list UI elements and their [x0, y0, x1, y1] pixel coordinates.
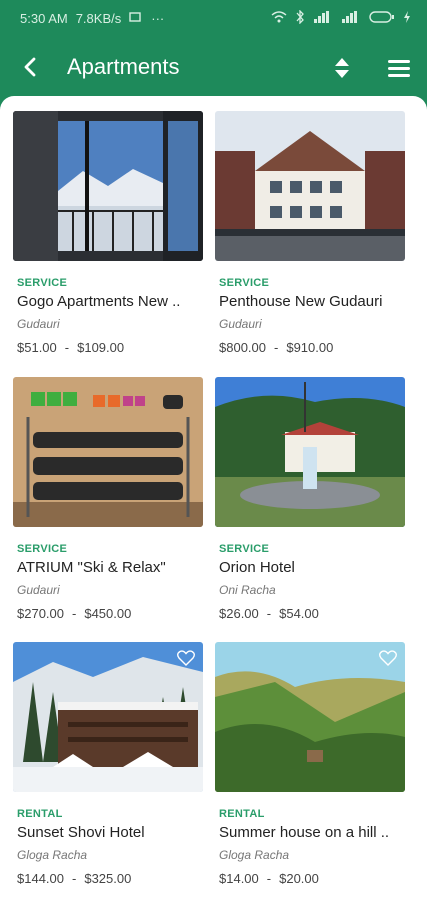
price-min: $14.00	[219, 871, 259, 886]
listing-card[interactable]: SERVICE ATRIUM "Ski & Relax" Gudauri $27…	[13, 377, 203, 627]
listing-location: Gudauri	[17, 317, 60, 331]
listing-price: $14.00- $20.00	[219, 871, 319, 886]
listing-card[interactable]: RENTAL Sunset Shovi Hotel Gloga Racha $1…	[13, 642, 203, 892]
heart-icon[interactable]	[379, 650, 397, 666]
listing-category: RENTAL	[17, 808, 63, 820]
message-icon	[129, 11, 143, 23]
listing-price: $270.00- $450.00	[17, 606, 131, 621]
menu-button[interactable]	[386, 56, 412, 80]
listing-category: SERVICE	[17, 277, 68, 289]
listing-category: SERVICE	[219, 543, 270, 555]
listing-location: Gudauri	[219, 317, 262, 331]
price-min: $26.00	[219, 606, 259, 621]
listing-name: Summer house on a hill ..	[219, 824, 390, 841]
price-min: $800.00	[219, 340, 266, 355]
signal-icon	[313, 10, 333, 27]
price-max: $20.00	[279, 871, 319, 886]
sort-icon	[335, 58, 349, 78]
page-title: Apartments	[67, 54, 180, 79]
sort-button[interactable]	[330, 56, 354, 80]
listing-category: RENTAL	[219, 808, 265, 820]
listing-price: $800.00- $910.00	[219, 340, 333, 355]
price-max: $450.00	[84, 606, 132, 621]
status-bar: 5:30 AM 7.8KB/s ···	[0, 0, 427, 40]
price-separator: -	[72, 871, 77, 886]
chevron-left-icon	[24, 57, 36, 77]
wifi-icon	[271, 10, 287, 27]
listing-photo	[215, 111, 405, 261]
listing-grid: SERVICE Gogo Apartments New .. Gudauri $…	[0, 96, 427, 900]
price-min: $144.00	[17, 871, 64, 886]
status-time: 5:30 AM	[20, 11, 68, 26]
listing-location: Gloga Racha	[219, 848, 290, 862]
price-separator: -	[72, 606, 77, 621]
bluetooth-icon	[295, 9, 305, 27]
price-separator: -	[266, 606, 272, 621]
status-network-speed: 7.8KB/s	[75, 11, 122, 26]
listing-card[interactable]: SERVICE Orion Hotel Oni Racha $26.00- $54…	[215, 377, 405, 627]
listing-name: Orion Hotel	[219, 559, 295, 576]
listing-card[interactable]: RENTAL Summer house on a hill .. Gloga R…	[215, 642, 405, 892]
listing-location: Gudauri	[17, 583, 60, 597]
listing-price: $144.00- $325.00	[17, 871, 131, 886]
price-max: $910.00	[286, 340, 334, 355]
listing-card[interactable]: SERVICE Penthouse New Gudauri Gudauri $8…	[215, 111, 405, 361]
listing-location: Gloga Racha	[17, 848, 88, 862]
price-min: $270.00	[17, 606, 64, 621]
price-max: $109.00	[77, 340, 125, 355]
price-separator: -	[266, 871, 272, 886]
hamburger-menu-icon	[388, 60, 410, 77]
listing-price: $26.00- $54.00	[219, 606, 319, 621]
listing-card[interactable]: SERVICE Gogo Apartments New .. Gudauri $…	[13, 111, 203, 361]
status-more: ···	[151, 11, 165, 26]
listing-photo	[215, 377, 405, 527]
price-max: $325.00	[84, 871, 132, 886]
listing-name: ATRIUM "Ski & Relax"	[17, 559, 166, 576]
heart-icon[interactable]	[177, 650, 195, 666]
charging-icon	[403, 10, 411, 27]
listing-category: SERVICE	[17, 543, 68, 555]
listing-category: SERVICE	[219, 277, 270, 289]
listing-name: Gogo Apartments New ..	[17, 293, 181, 310]
listing-photo	[13, 377, 203, 527]
listing-name: Sunset Shovi Hotel	[17, 824, 145, 841]
listing-price: $51.00- $109.00	[17, 340, 124, 355]
app-bar: Apartments	[0, 40, 427, 96]
battery-icon	[369, 10, 395, 27]
price-separator: -	[64, 340, 70, 355]
listing-name: Penthouse New Gudauri	[219, 293, 383, 310]
price-separator: -	[274, 340, 279, 355]
listing-photo	[13, 111, 203, 261]
listing-photo	[13, 642, 203, 792]
price-max: $54.00	[279, 606, 319, 621]
signal-icon-2	[341, 10, 361, 27]
listing-location: Oni Racha	[219, 583, 276, 597]
back-button[interactable]	[16, 53, 46, 83]
listing-photo	[215, 642, 405, 792]
price-min: $51.00	[17, 340, 57, 355]
